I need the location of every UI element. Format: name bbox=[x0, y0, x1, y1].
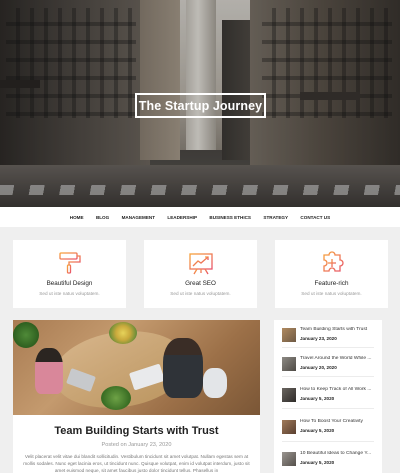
image-flowers bbox=[109, 322, 137, 344]
featured-post-card: Team Building Starts with Trust Posted o… bbox=[13, 320, 260, 473]
nav-leadership[interactable]: LEADERSHIP bbox=[161, 215, 203, 220]
feature-description: Sed ut iste natus voluptatem. bbox=[170, 291, 231, 296]
feature-title: Beautiful Design bbox=[46, 280, 93, 287]
recent-post-date: January 23, 2020 bbox=[300, 336, 337, 341]
post-featured-image[interactable] bbox=[13, 320, 260, 415]
divider bbox=[282, 376, 374, 377]
image-person bbox=[35, 348, 63, 394]
recent-post-title[interactable]: Team Building Starts with Trust bbox=[300, 327, 380, 332]
recent-post-item[interactable]: How To Boost Your Creativity January 5, … bbox=[282, 418, 378, 442]
recent-post-item[interactable]: How to Keep Track of All Work ... Januar… bbox=[282, 386, 378, 410]
nav-management[interactable]: MANAGEMENT bbox=[115, 215, 161, 220]
feature-card-design: Beautiful Design Sed ut iste natus volup… bbox=[13, 240, 126, 308]
nav-strategy[interactable]: STRATEGY bbox=[257, 215, 294, 220]
recent-post-item[interactable]: 10 Beautiful Ideas to Change Y... Januar… bbox=[282, 450, 378, 473]
image-chair bbox=[203, 368, 227, 398]
puzzle-icon bbox=[322, 251, 344, 272]
recent-post-thumbnail[interactable] bbox=[282, 328, 296, 342]
recent-post-title[interactable]: 10 Beautiful Ideas to Change Y... bbox=[300, 451, 380, 456]
nav-business-ethics[interactable]: BUSINESS ETHICS bbox=[203, 215, 257, 220]
post-date: Posted on January 23, 2020 bbox=[101, 442, 172, 448]
nav-contact-us[interactable]: CONTACT US bbox=[294, 215, 336, 220]
feature-card-seo: Great SEO Sed ut iste natus voluptatem. bbox=[144, 240, 257, 308]
site-title[interactable]: The Startup Journey bbox=[135, 93, 266, 118]
recent-post-thumbnail[interactable] bbox=[282, 452, 296, 466]
recent-post-date: January 20, 2020 bbox=[300, 365, 337, 370]
main-nav: HOME BLOG MANAGEMENT LEADERSHIP BUSINESS… bbox=[0, 207, 400, 227]
recent-post-title[interactable]: Travel Around the World While ... bbox=[300, 356, 380, 361]
divider bbox=[282, 408, 374, 409]
nav-home[interactable]: HOME bbox=[64, 215, 90, 220]
recent-post-date: January 5, 2020 bbox=[300, 460, 335, 465]
recent-post-thumbnail[interactable] bbox=[282, 420, 296, 434]
post-title[interactable]: Team Building Starts with Trust bbox=[13, 425, 260, 437]
recent-post-thumbnail[interactable] bbox=[282, 388, 296, 402]
chart-board-icon bbox=[188, 253, 213, 275]
nav-blog[interactable]: BLOG bbox=[90, 215, 116, 220]
feature-title: Great SEO bbox=[185, 280, 216, 287]
paint-roller-icon bbox=[58, 252, 81, 274]
feature-card-rich: Feature-rich Sed ut iste natus voluptate… bbox=[275, 240, 388, 308]
recent-post-thumbnail[interactable] bbox=[282, 357, 296, 371]
feature-description: Sed ut iste natus voluptatem. bbox=[301, 291, 362, 296]
image-person bbox=[163, 338, 203, 398]
feature-title: Feature-rich bbox=[314, 280, 349, 287]
image-plant bbox=[101, 386, 131, 410]
recent-post-title[interactable]: How to Keep Track of All Work ... bbox=[300, 387, 380, 392]
recent-post-date: January 5, 2020 bbox=[300, 428, 335, 433]
post-excerpt: Velit placerat velit vitae dui blandit s… bbox=[23, 454, 250, 473]
feature-description: Sed ut iste natus voluptatem. bbox=[39, 291, 100, 296]
recent-post-date: January 5, 2020 bbox=[300, 396, 335, 401]
divider bbox=[282, 347, 374, 348]
recent-post-title[interactable]: How To Boost Your Creativity bbox=[300, 419, 380, 424]
recent-posts-widget: Team Building Starts with Trust January … bbox=[274, 320, 382, 473]
divider bbox=[282, 441, 374, 442]
hero-banner: The Startup Journey bbox=[0, 0, 400, 207]
image-plant bbox=[13, 322, 39, 348]
